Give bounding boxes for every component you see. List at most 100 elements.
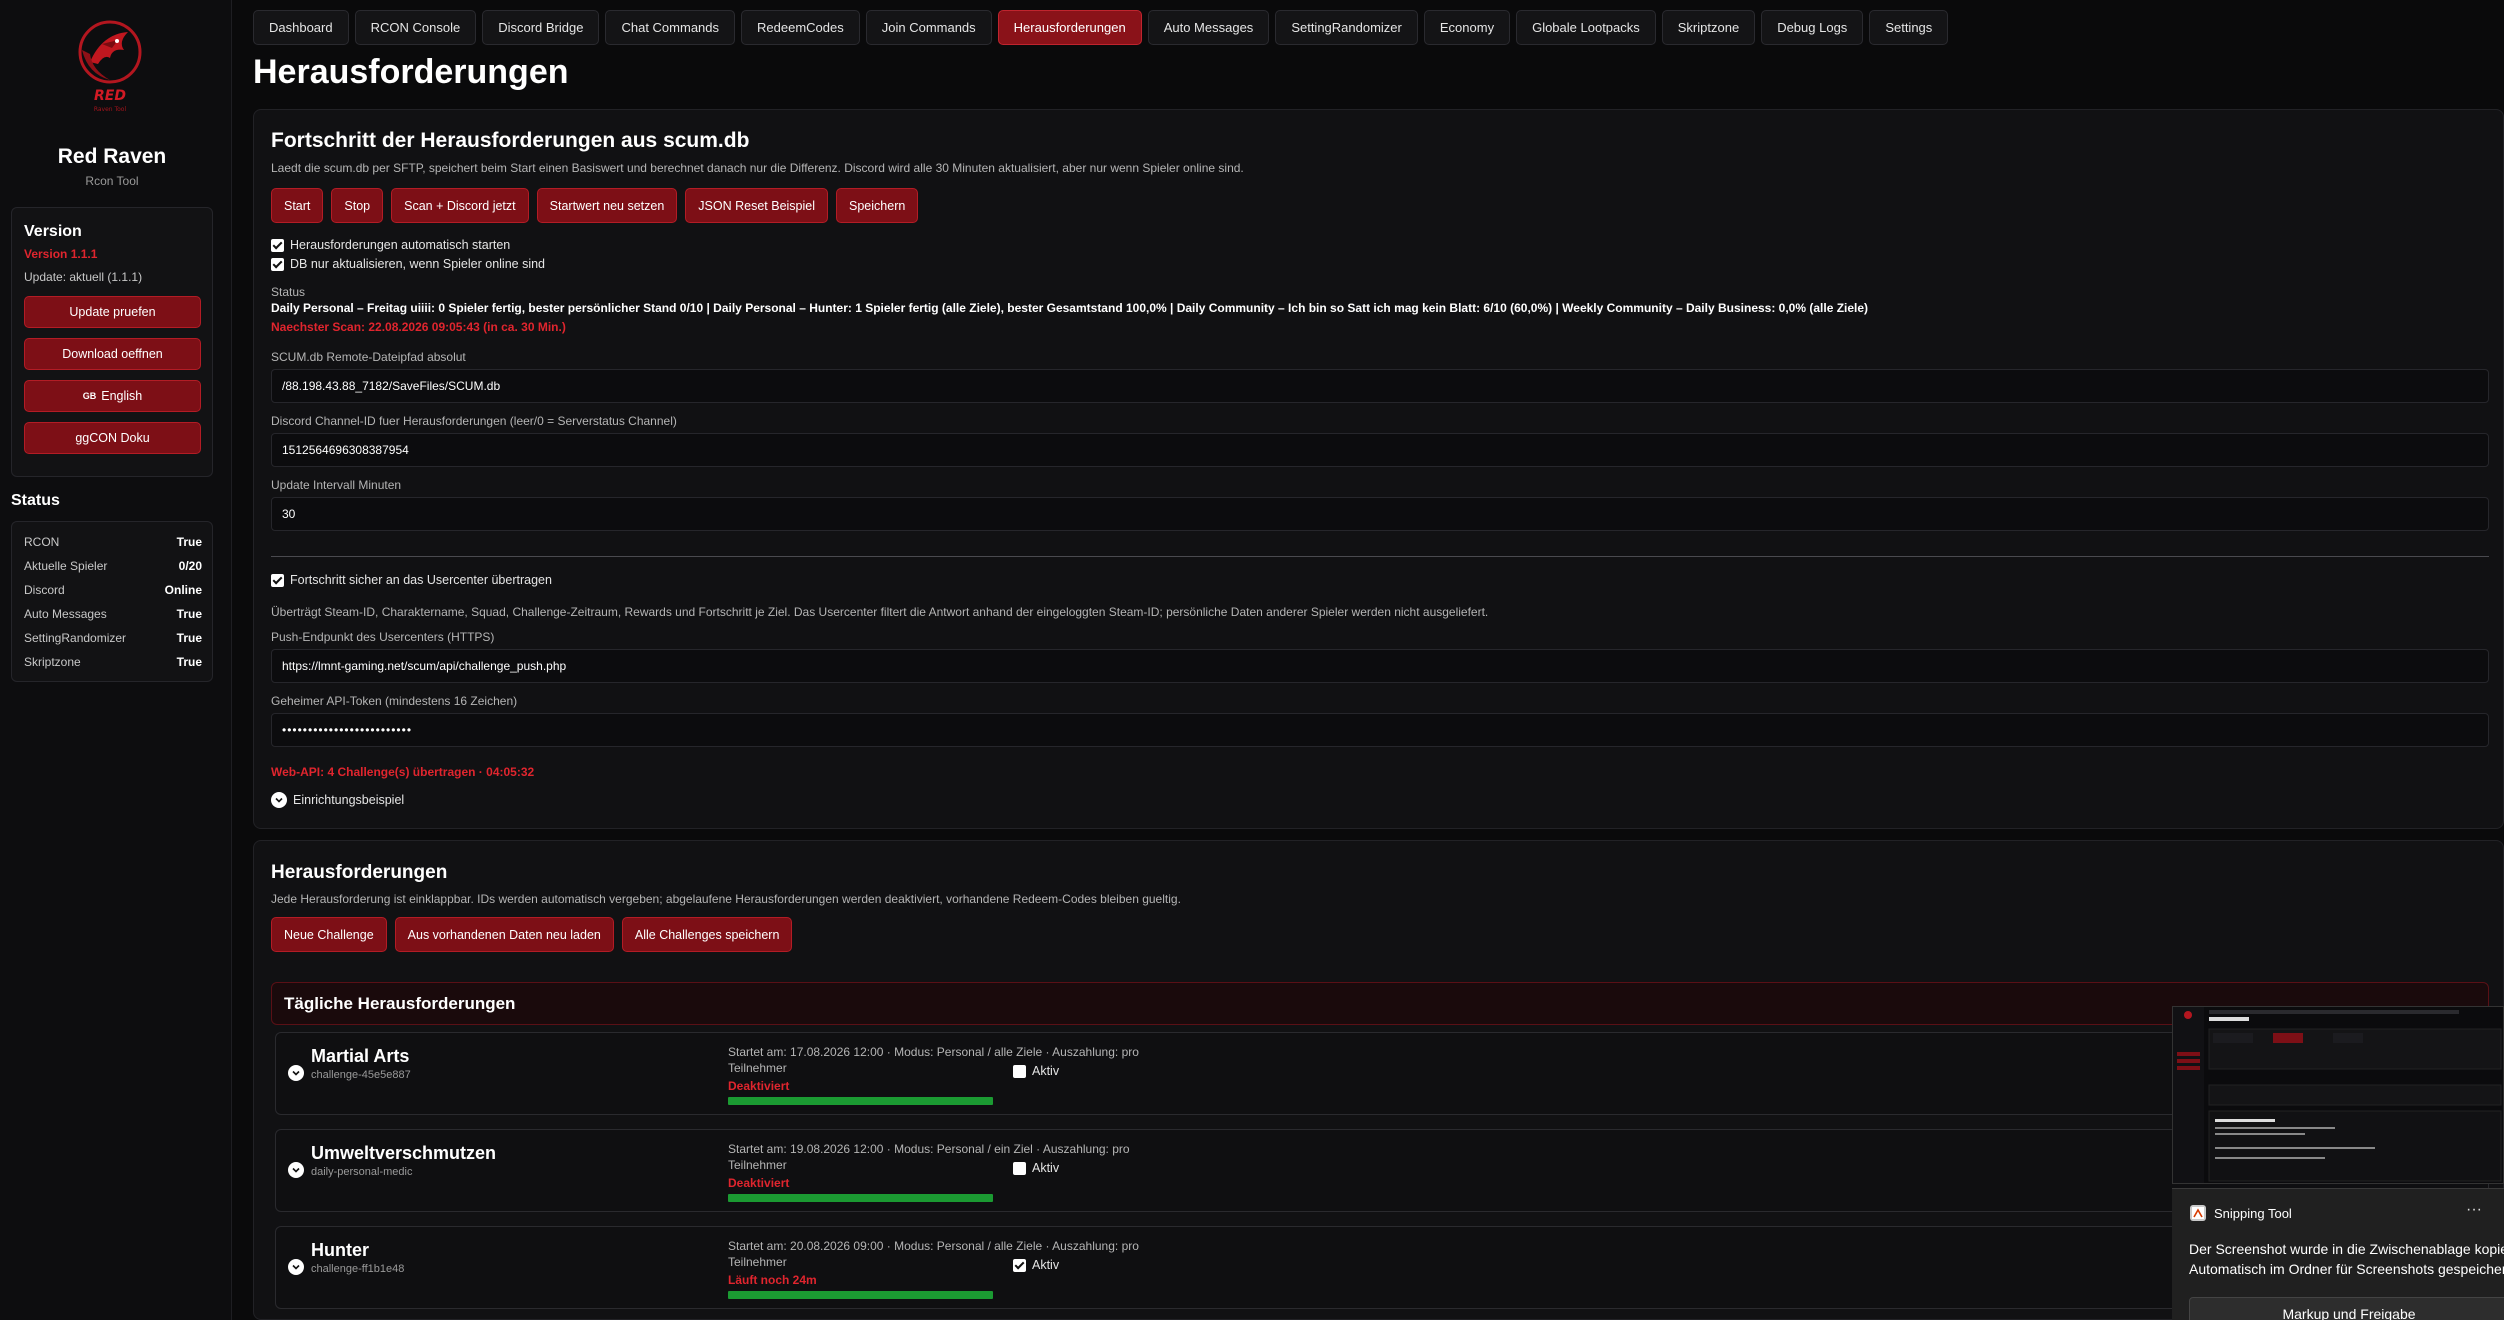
challenge-name: Hunter — [311, 1240, 369, 1260]
tab-economy[interactable]: Economy — [1423, 10, 1511, 45]
version-number: Version 1.1.1 — [24, 247, 98, 261]
tab-chat-commands[interactable]: Chat Commands — [605, 10, 736, 45]
interval-input[interactable]: 30 — [271, 497, 2489, 531]
docs-button[interactable]: ggCON Doku — [24, 422, 201, 454]
tab-setting-randomizer[interactable]: SettingRandomizer — [1275, 10, 1418, 45]
db-online-checkbox[interactable] — [271, 257, 284, 271]
json-reset-example-button[interactable]: JSON Reset Beispiel — [685, 188, 829, 223]
push-endpoint-input[interactable]: https://lmnt-gaming.net/scum/api/challen… — [271, 649, 2489, 683]
challenge-meta: Startet am: 20.08.2026 09:00 · Modus: Pe… — [728, 1239, 1139, 1269]
progress-panel-title: Fortschritt der Herausforderungen aus sc… — [271, 129, 750, 152]
update-check-button[interactable]: Update pruefen — [24, 296, 201, 328]
usercenter-description: Überträgt Steam-ID, Charaktername, Squad… — [271, 605, 1489, 619]
status-row-discord: Discord Online — [24, 583, 202, 597]
gb-flag-icon: GB — [82, 391, 97, 401]
challenge-name: Martial Arts — [311, 1046, 410, 1066]
status-heading: Status — [11, 492, 60, 509]
chevron-down-icon[interactable] — [288, 1065, 304, 1081]
status-label: Status — [271, 285, 306, 299]
save-button[interactable]: Speichern — [836, 188, 919, 223]
scan-discord-button[interactable]: Scan + Discord jetzt — [391, 188, 529, 223]
app-name: Red Raven — [57, 145, 167, 168]
toast-message-copied: Der Screenshot wurde in die Zwischenabla… — [2189, 1241, 2504, 1257]
toast-message-saved: Automatisch im Ordner für Screenshots ge… — [2189, 1261, 2504, 1277]
setup-example-expander[interactable]: Einrichtungsbeispiel — [271, 792, 404, 808]
challenge-name: Umweltverschmutzen — [311, 1143, 497, 1163]
sidebar: RED Raven Tool Red Raven Rcon Tool Versi… — [0, 0, 232, 1320]
tab-debug-logs[interactable]: Debug Logs — [1761, 10, 1864, 45]
challenge-progress-bar — [728, 1097, 993, 1105]
usercenter-checkbox[interactable] — [271, 573, 284, 587]
remote-path-input[interactable]: /88.198.43.88_7182/SaveFiles/SCUM.db — [271, 369, 2489, 403]
chevron-down-icon[interactable] — [288, 1259, 304, 1275]
challenges-panel-title: Herausforderungen — [271, 862, 448, 883]
version-heading: Version — [24, 223, 82, 240]
challenges-panel: Herausforderungen Jede Herausforderung i… — [253, 840, 2504, 1320]
progress-panel-description: Laedt die scum.db per SFTP, speichert be… — [271, 161, 1244, 175]
autostart-checkbox-row[interactable]: Herausforderungen automatisch starten — [271, 238, 510, 252]
db-online-checkbox-row[interactable]: DB nur aktualisieren, wenn Spieler onlin… — [271, 257, 545, 271]
more-options-icon[interactable]: ··· — [2466, 1201, 2482, 1219]
challenge-id: challenge-45e5e887 — [311, 1069, 411, 1081]
aktiv-checkbox-row[interactable]: Aktiv — [1013, 1161, 1059, 1175]
challenge-item[interactable]: Hunter challenge-ff1b1e48 Startet am: 20… — [275, 1226, 2489, 1309]
channel-id-input[interactable]: 1512564696308387954 — [271, 433, 2489, 467]
challenge-id: challenge-ff1b1e48 — [311, 1263, 405, 1275]
status-row-setting-randomizer: SettingRandomizer True — [24, 631, 202, 645]
tab-auto-messages[interactable]: Auto Messages — [1147, 10, 1270, 45]
tab-redeem-codes[interactable]: RedeemCodes — [741, 10, 860, 45]
screenshot-thumbnail[interactable] — [2172, 1006, 2504, 1184]
language-english-button[interactable]: GB English — [24, 380, 201, 412]
autostart-checkbox[interactable] — [271, 238, 284, 252]
next-scan-text: Naechster Scan: 22.08.2026 09:05:43 (in … — [271, 320, 566, 334]
webapi-status-text: Web-API: 4 Challenge(s) übertragen · 04:… — [271, 765, 535, 779]
version-card: Version Version 1.1.1 Update: aktuell (1… — [11, 207, 213, 477]
screenshot-preview-image — [2173, 1007, 2503, 1183]
challenge-item[interactable]: Martial Arts challenge-45e5e887 Startet … — [275, 1032, 2489, 1115]
tab-settings[interactable]: Settings — [1869, 10, 1949, 45]
progress-button-row: Start Stop Scan + Discord jetzt Startwer… — [271, 188, 919, 223]
save-all-challenges-button[interactable]: Alle Challenges speichern — [621, 917, 793, 952]
push-endpoint-label: Push-Endpunkt des Usercenters (HTTPS) — [271, 630, 495, 644]
tab-discord-bridge[interactable]: Discord Bridge — [482, 10, 600, 45]
interval-label: Update Intervall Minuten — [271, 478, 402, 492]
aktiv-checkbox-row[interactable]: Aktiv — [1013, 1258, 1059, 1272]
channel-id-label: Discord Channel-ID fuer Herausforderunge… — [271, 414, 677, 428]
api-token-input[interactable]: ••••••••••••••••••••••••• — [271, 713, 2489, 747]
tab-dashboard[interactable]: Dashboard — [253, 10, 349, 45]
challenge-id: daily-personal-medic — [311, 1166, 413, 1178]
daily-challenges-header[interactable]: Tägliche Herausforderungen — [271, 982, 2489, 1025]
challenge-meta: Startet am: 19.08.2026 12:00 · Modus: Pe… — [728, 1142, 1130, 1172]
tab-skriptzone[interactable]: Skriptzone — [1661, 10, 1756, 45]
chevron-down-icon[interactable] — [288, 1162, 304, 1178]
reload-challenges-button[interactable]: Aus vorhandenen Daten neu laden — [394, 917, 614, 952]
markup-share-button[interactable]: Markup und Freigabe — [2189, 1297, 2504, 1320]
red-raven-logo: RED Raven Tool — [78, 20, 142, 113]
usercenter-checkbox-row[interactable]: Fortschritt sicher an das Usercenter übe… — [271, 573, 552, 587]
status-card: RCON True Aktuelle Spieler 0/20 Discord Onl… — [11, 521, 213, 682]
challenge-item[interactable]: Umweltverschmutzen daily-personal-medic … — [275, 1129, 2489, 1212]
challenge-state: Deaktiviert — [728, 1176, 790, 1190]
aktiv-checkbox[interactable] — [1013, 1258, 1026, 1272]
tab-join-commands[interactable]: Join Commands — [865, 10, 992, 45]
download-open-button[interactable]: Download oeffnen — [24, 338, 201, 370]
new-challenge-button[interactable]: Neue Challenge — [271, 917, 387, 952]
challenges-button-row: Neue Challenge Aus vorhandenen Daten neu… — [271, 917, 793, 952]
reset-startvalue-button[interactable]: Startwert neu setzen — [536, 188, 678, 223]
progress-panel: Fortschritt der Herausforderungen aus sc… — [253, 109, 2504, 829]
tab-globale-lootpacks[interactable]: Globale Lootpacks — [1516, 10, 1656, 45]
api-token-label: Geheimer API-Token (mindestens 16 Zeiche… — [271, 694, 518, 708]
stop-button[interactable]: Stop — [331, 188, 384, 223]
tab-rcon-console[interactable]: RCON Console — [354, 10, 477, 45]
tab-herausforderungen[interactable]: Herausforderungen — [997, 10, 1142, 45]
status-row-auto-messages: Auto Messages True — [24, 607, 202, 621]
start-button[interactable]: Start — [271, 188, 324, 223]
challenge-status-text: Daily Personal – Freitag uiiii: 0 Spiele… — [271, 301, 1869, 315]
app-subtitle: Rcon Tool — [85, 174, 139, 188]
aktiv-checkbox-row[interactable]: Aktiv — [1013, 1064, 1059, 1078]
toast-title: Snipping Tool — [2214, 1206, 2292, 1221]
aktiv-checkbox[interactable] — [1013, 1064, 1026, 1078]
aktiv-checkbox[interactable] — [1013, 1161, 1026, 1175]
status-row-rcon: RCON True — [24, 535, 202, 549]
snipping-tool-icon — [2190, 1205, 2206, 1221]
